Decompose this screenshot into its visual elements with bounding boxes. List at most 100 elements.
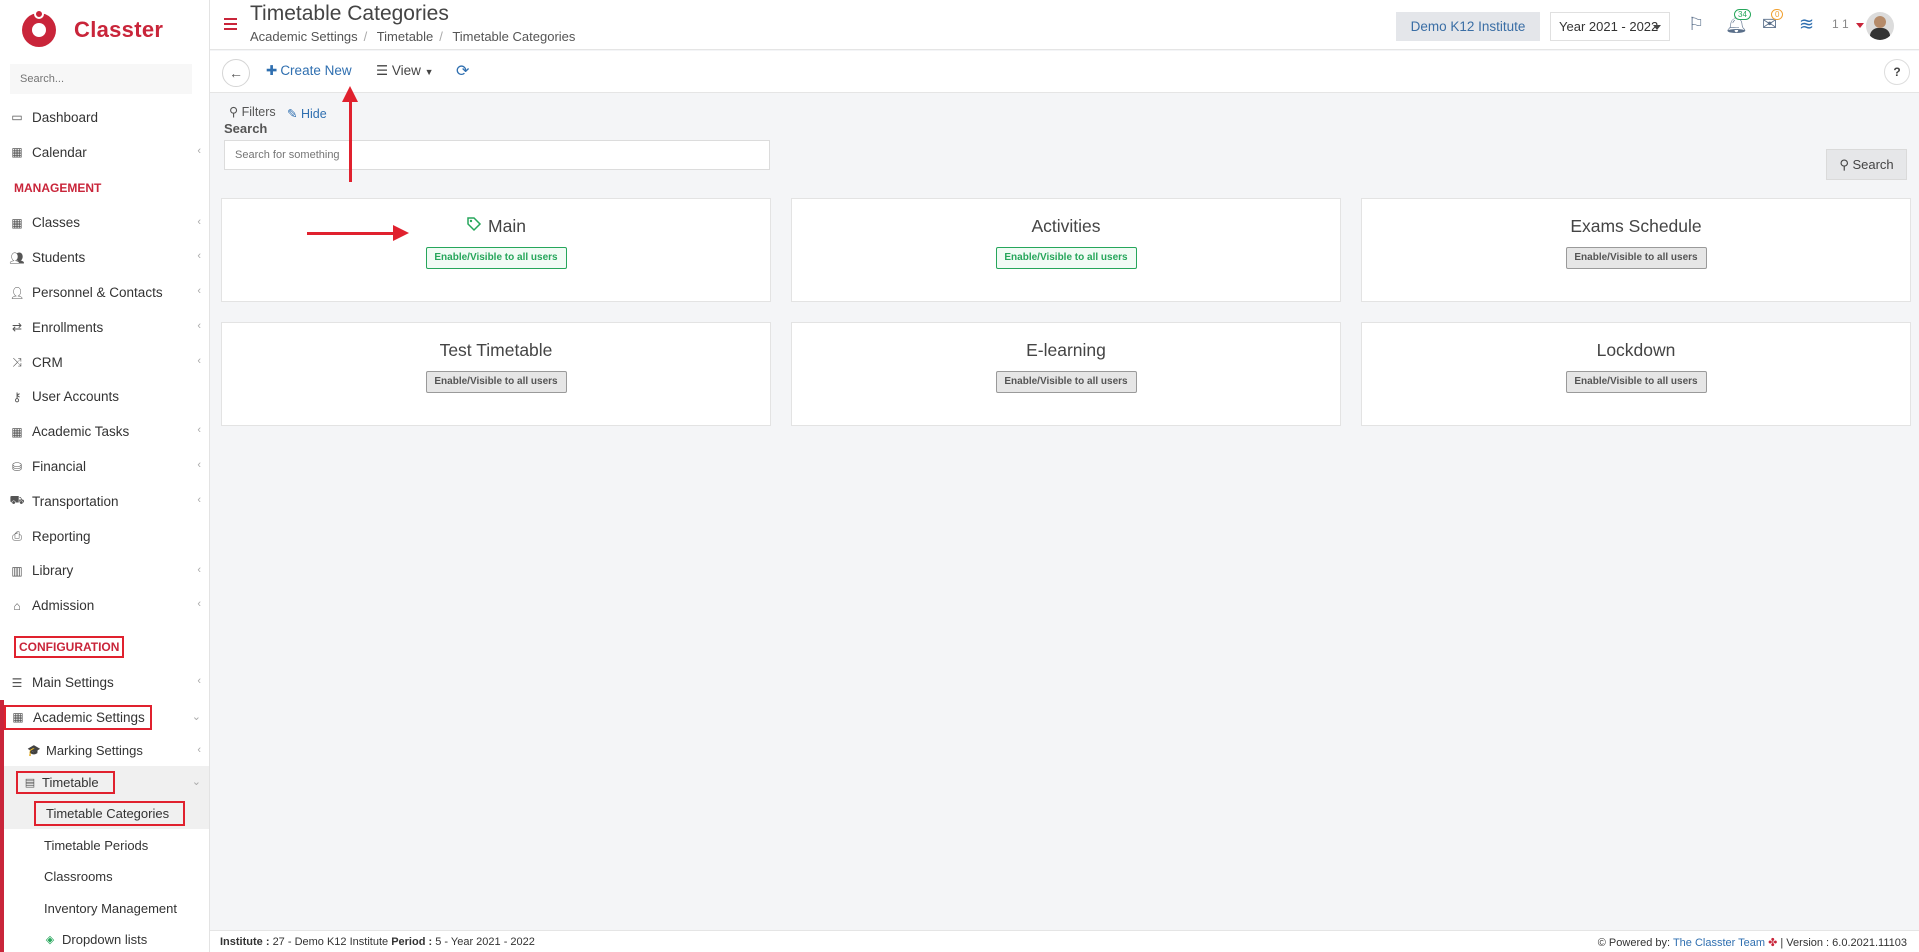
sidebar-item-timetable-categories[interactable]: Timetable Categories bbox=[0, 797, 209, 830]
chevron-left-icon: ‹ bbox=[197, 743, 201, 756]
sidebar-item-admission[interactable]: ⌂ Admission ‹ bbox=[0, 588, 209, 623]
bell-icon[interactable]: 🔔︎ 34 bbox=[1725, 9, 1751, 35]
sidebar-item-dropdown-lists[interactable]: ◈ Dropdown lists bbox=[0, 924, 209, 952]
sidebar-item-label: Library bbox=[32, 563, 74, 579]
graduation-cap-icon: 🎓 bbox=[27, 745, 41, 757]
classter-team-link[interactable]: The Classter Team bbox=[1673, 937, 1765, 949]
breadcrumb-item[interactable]: Academic Settings bbox=[250, 29, 358, 44]
category-card[interactable]: Test Timetable Enable/Visible to all user… bbox=[221, 322, 771, 426]
search-icon: ⚲ bbox=[1839, 156, 1849, 172]
sidebar-search-input[interactable] bbox=[10, 64, 192, 94]
sidebar-item-inventory-management[interactable]: Inventory Management bbox=[0, 892, 209, 924]
category-card[interactable]: Exams Schedule Enable/Visible to all user… bbox=[1361, 198, 1911, 302]
coins-icon: ⛁ bbox=[11, 459, 23, 474]
chevron-left-icon: ‹ bbox=[197, 563, 201, 576]
visibility-badge[interactable]: Enable/Visible to all users bbox=[1565, 371, 1707, 393]
chevron-left-icon: ‹ bbox=[197, 144, 201, 157]
category-card[interactable]: Activities Enable/Visible to all users bbox=[791, 198, 1341, 302]
layers-add-icon[interactable]: ≋ bbox=[1799, 14, 1814, 35]
sidebar-item-label: Enrollments bbox=[32, 319, 104, 335]
chevron-left-icon: ‹ bbox=[197, 459, 201, 472]
search-input[interactable] bbox=[224, 140, 770, 170]
configuration-header: CONFIGURATION bbox=[0, 629, 209, 665]
sidebar-item-label: Reporting bbox=[32, 528, 91, 544]
user-count: 1 1 bbox=[1832, 17, 1849, 31]
tag-icon bbox=[466, 216, 482, 237]
sidebar-item-classes[interactable]: ▦ Classes ‹ bbox=[0, 206, 209, 241]
chevron-left-icon: ‹ bbox=[197, 598, 201, 611]
footer: Institute : 27 - Demo K12 Institute Peri… bbox=[210, 930, 1919, 952]
breadcrumb-item-current: Timetable Categories bbox=[452, 29, 576, 44]
copyright-icon: © bbox=[1597, 937, 1606, 949]
category-card[interactable]: Main Enable/Visible to all users bbox=[221, 198, 771, 302]
sidebar-item-classrooms[interactable]: Classrooms bbox=[0, 861, 209, 893]
sidebar-item-library[interactable]: ▥ Library ‹ bbox=[0, 554, 209, 589]
sidebar-item-marking-settings[interactable]: 🎓 Marking Settings ‹ bbox=[0, 735, 209, 767]
chevron-left-icon: ‹ bbox=[197, 424, 201, 437]
sidebar-item-transportation[interactable]: ⛟ Transportation ‹ bbox=[0, 484, 209, 519]
sidebar-item-dashboard[interactable]: ▭ Dashboard bbox=[0, 100, 209, 135]
sidebar-item-label: CRM bbox=[32, 354, 63, 370]
visibility-badge[interactable]: Enable/Visible to all users bbox=[1565, 247, 1707, 269]
annotation-arrow-right bbox=[307, 225, 409, 241]
help-button[interactable]: ? bbox=[1884, 59, 1910, 85]
refresh-icon[interactable]: ⟳ bbox=[456, 61, 469, 81]
chevron-left-icon: ‹ bbox=[197, 215, 201, 228]
search-icon: ⚲ bbox=[229, 105, 239, 119]
visibility-badge[interactable]: Enable/Visible to all users bbox=[995, 247, 1137, 269]
envelope-icon[interactable]: ✉ 0 bbox=[1762, 9, 1784, 35]
flag-icon[interactable]: ⚐ bbox=[1688, 14, 1704, 35]
category-card[interactable]: E-learning Enable/Visible to all users bbox=[791, 322, 1341, 426]
caret-down-icon: ▼ bbox=[424, 67, 434, 77]
institute-button[interactable]: Demo K12 Institute bbox=[1396, 12, 1540, 41]
breadcrumb: Academic Settings / Timetable / Timetable … bbox=[250, 29, 576, 44]
calendar-icon: ▦ bbox=[11, 145, 23, 160]
bus-icon: ⛟ bbox=[9, 493, 25, 508]
sidebar-item-user-accounts[interactable]: ⚷ User Accounts bbox=[0, 380, 209, 415]
sidebar-item-timetable-periods[interactable]: Timetable Periods bbox=[0, 829, 209, 861]
year-select[interactable]: Year 2021 - 2022 bbox=[1550, 12, 1670, 41]
category-title: Test Timetable bbox=[439, 340, 553, 360]
classter-small-logo-icon: ✤ bbox=[1768, 937, 1778, 949]
sidebar-item-calendar[interactable]: ▦ Calendar ‹ bbox=[0, 135, 209, 170]
sidebar-item-financial[interactable]: ⛁ Financial ‹ bbox=[0, 449, 209, 484]
hamburger-menu-icon[interactable] bbox=[224, 18, 237, 33]
personnel-icon: 👤︎ bbox=[9, 285, 25, 300]
classter-logo-icon bbox=[20, 9, 58, 51]
view-dropdown[interactable]: ☰ View ▼ bbox=[376, 63, 434, 79]
exchange-icon: ⇄ bbox=[11, 320, 23, 335]
sidebar: Classter ▭ Dashboard ▦ Calendar ‹ MANAGEMENT… bbox=[0, 0, 210, 952]
active-section-bar bbox=[0, 700, 4, 952]
avatar[interactable] bbox=[1866, 12, 1894, 40]
category-title: E-learning bbox=[1026, 340, 1106, 360]
tasks-icon: ▦ bbox=[11, 424, 23, 439]
logo[interactable]: Classter bbox=[0, 0, 209, 60]
visibility-badge[interactable]: Enable/Visible to all users bbox=[425, 371, 567, 393]
bank-icon: ⌂ bbox=[13, 598, 21, 613]
back-button[interactable]: ← bbox=[222, 59, 250, 87]
caret-down-icon[interactable] bbox=[1856, 23, 1864, 28]
breadcrumb-item[interactable]: Timetable bbox=[377, 29, 434, 44]
sidebar-item-personnel-contacts[interactable]: 👤︎ Personnel & Contacts ‹ bbox=[0, 275, 209, 310]
laptop-icon: ▭ bbox=[11, 110, 23, 125]
top-header: Timetable Categories Academic Settings / … bbox=[210, 0, 1919, 50]
sidebar-item-academic-settings[interactable]: ▦ Academic Settings ⌄ bbox=[0, 700, 209, 735]
sidebar-item-academic-tasks[interactable]: ▦ Academic Tasks ‹ bbox=[0, 414, 209, 449]
sidebar-item-crm[interactable]: ⤨ CRM ‹ bbox=[0, 345, 209, 380]
visibility-badge[interactable]: Enable/Visible to all users bbox=[425, 247, 567, 269]
library-icon: ▥ bbox=[11, 563, 23, 578]
sidebar-item-reporting[interactable]: ⎙ Reporting bbox=[0, 519, 209, 554]
sidebar-item-enrollments[interactable]: ⇄ Enrollments ‹ bbox=[0, 310, 209, 345]
sidebar-item-label: Classes bbox=[32, 215, 81, 231]
visibility-badge[interactable]: Enable/Visible to all users bbox=[995, 371, 1137, 393]
sidebar-item-main-settings[interactable]: ☰ Main Settings ‹ bbox=[0, 665, 209, 700]
sidebar-item-students[interactable]: 👥︎ Students ‹ bbox=[0, 240, 209, 275]
hide-filters-link[interactable]: ✎ Hide bbox=[287, 106, 327, 121]
create-new-button[interactable]: ✚ Create New bbox=[266, 63, 352, 79]
search-button[interactable]: ⚲ Search bbox=[1826, 149, 1907, 180]
category-card[interactable]: Lockdown Enable/Visible to all users bbox=[1361, 322, 1911, 426]
printer-icon: ⎙ bbox=[12, 528, 22, 543]
page-title: Timetable Categories bbox=[250, 2, 449, 25]
sidebar-item-label: Personnel & Contacts bbox=[32, 285, 163, 301]
sidebar-item-timetable[interactable]: ▤ Timetable ⌄ bbox=[0, 766, 209, 798]
